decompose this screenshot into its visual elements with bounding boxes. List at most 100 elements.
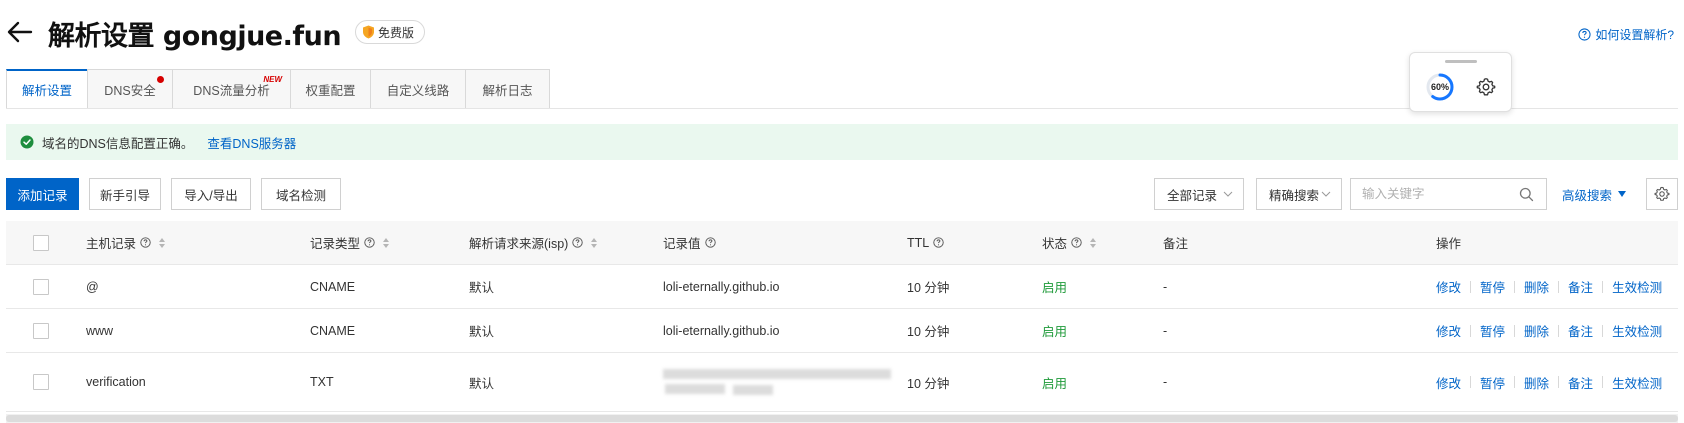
host-cell: www <box>86 323 114 338</box>
view-dns-servers-link[interactable]: 查看DNS服务器 <box>207 133 296 152</box>
tab-dns-security[interactable]: DNS安全 <box>87 69 172 109</box>
column-header-label: 备注 <box>1163 237 1189 251</box>
floating-widget[interactable]: 60% <box>1409 52 1512 112</box>
beginner-guide-button[interactable]: 新手引导 <box>89 178 161 210</box>
sort-icon[interactable] <box>1090 237 1097 248</box>
column-header-label: 状态 <box>1042 237 1068 251</box>
record-filter-value: 全部记录 <box>1167 188 1218 203</box>
ttl-cell: 10 分钟 <box>907 281 950 295</box>
effect-check-action[interactable]: 生效检测 <box>1612 277 1662 296</box>
tab-custom-line[interactable]: 自定义线路 <box>370 69 465 109</box>
scrollbar-thumb[interactable] <box>6 415 1678 422</box>
keyword-search-input[interactable] <box>1351 180 1521 208</box>
help-circle-icon[interactable] <box>1071 237 1082 248</box>
isp-cell: 默认 <box>469 281 495 295</box>
tab-dns-settings[interactable]: 解析设置 <box>6 69 87 109</box>
column-header-host: 主机记录 <box>86 221 166 264</box>
horizontal-scrollbar[interactable] <box>6 414 1678 423</box>
drag-handle[interactable] <box>1445 60 1477 63</box>
pause-action[interactable]: 暂停 <box>1480 321 1505 340</box>
effect-check-action[interactable]: 生效检测 <box>1612 373 1662 392</box>
remark-action[interactable]: 备注 <box>1568 373 1593 392</box>
alert-message: 域名的DNS信息配置正确。 <box>42 136 194 151</box>
column-header-status: 状态 <box>1042 221 1097 264</box>
column-header-actions: 操作 <box>1436 221 1461 264</box>
delete-action[interactable]: 删除 <box>1524 277 1549 296</box>
row-checkbox[interactable] <box>33 278 49 295</box>
table-row: verification TXT 默认 10 分钟 启用 - 修改 暂停 删除 … <box>6 353 1678 412</box>
column-header-label: 记录类型 <box>310 237 361 251</box>
help-circle-icon[interactable] <box>140 237 151 248</box>
advanced-search-toggle[interactable]: 高级搜索 <box>1562 178 1627 210</box>
tab-dns-log[interactable]: 解析日志 <box>465 69 550 109</box>
edition-badge: 免费版 <box>355 20 426 44</box>
tab-label: DNS安全 <box>104 83 156 98</box>
delete-action[interactable]: 删除 <box>1524 321 1549 340</box>
tab-dns-traffic-analysis[interactable]: DNS流量分析 NEW <box>172 69 290 109</box>
tab-weight-config[interactable]: 权重配置 <box>290 69 370 109</box>
column-header-label: 主机记录 <box>86 237 137 251</box>
remark-cell: - <box>1163 323 1168 338</box>
select-all-checkbox[interactable] <box>33 234 49 251</box>
search-icon[interactable] <box>1519 187 1534 202</box>
column-header-ttl: TTL <box>907 221 944 264</box>
effect-check-action[interactable]: 生效检测 <box>1612 321 1662 340</box>
back-arrow-icon[interactable] <box>6 18 34 46</box>
tab-label: 权重配置 <box>305 83 356 98</box>
keyword-search-box <box>1350 178 1547 210</box>
help-circle-icon[interactable] <box>704 237 716 248</box>
pause-action[interactable]: 暂停 <box>1480 373 1505 392</box>
help-link[interactable]: 如何设置解析? <box>1578 26 1674 43</box>
gear-icon <box>1654 186 1670 201</box>
dns-status-alert: 域名的DNS信息配置正确。 查看DNS服务器 <box>6 124 1678 160</box>
pause-action[interactable]: 暂停 <box>1480 277 1505 296</box>
add-record-button[interactable]: 添加记录 <box>6 178 79 210</box>
select-all-cell <box>33 221 49 264</box>
gear-icon[interactable] <box>1476 77 1496 97</box>
help-circle-icon[interactable] <box>933 237 944 248</box>
table-settings-button[interactable] <box>1646 178 1678 210</box>
delete-action[interactable]: 删除 <box>1524 373 1549 392</box>
new-badge: NEW <box>263 75 282 84</box>
check-circle-icon <box>20 135 34 149</box>
row-select-cell <box>33 309 49 352</box>
row-checkbox[interactable] <box>33 322 49 339</box>
sort-icon[interactable] <box>159 237 166 248</box>
tab-label: 自定义线路 <box>386 83 450 98</box>
remark-cell: - <box>1163 375 1168 389</box>
tab-label: 解析设置 <box>21 84 72 98</box>
status-cell: 启用 <box>1042 281 1068 295</box>
edit-action[interactable]: 修改 <box>1436 321 1461 340</box>
table-header-row: 主机记录 记录类型 解析请求来源(isp) 记录值 TTL 状态 备注 操作 <box>6 221 1678 265</box>
edit-action[interactable]: 修改 <box>1436 373 1461 392</box>
question-circle-icon <box>1578 28 1591 41</box>
help-circle-icon[interactable] <box>572 237 583 248</box>
caret-down-icon <box>1618 191 1627 197</box>
ttl-cell: 10 分钟 <box>907 325 950 339</box>
row-select-cell <box>33 353 49 411</box>
type-cell: CNAME <box>310 323 356 338</box>
remark-action[interactable]: 备注 <box>1568 321 1593 340</box>
remark-action[interactable]: 备注 <box>1568 277 1593 296</box>
host-cell: verification <box>86 375 146 389</box>
value-cell: loli-eternally.github.io <box>663 279 780 294</box>
search-mode-select[interactable]: 精确搜索 <box>1256 178 1342 210</box>
column-header-isp: 解析请求来源(isp) <box>469 221 598 264</box>
domain-check-button[interactable]: 域名检测 <box>261 178 341 210</box>
chevron-down-icon <box>1223 191 1233 197</box>
dns-records-table: 主机记录 记录类型 解析请求来源(isp) 记录值 TTL 状态 备注 操作 @… <box>6 221 1678 412</box>
edit-action[interactable]: 修改 <box>1436 277 1461 296</box>
type-cell: CNAME <box>310 279 356 294</box>
record-toolbar: 添加记录 新手引导 导入/导出 域名检测 全部记录 精确搜索 高级搜索 <box>6 178 1678 210</box>
sort-icon[interactable] <box>383 237 390 248</box>
record-filter-select[interactable]: 全部记录 <box>1154 178 1244 210</box>
notification-dot <box>157 76 164 83</box>
row-select-cell <box>33 265 49 308</box>
help-circle-icon[interactable] <box>364 237 375 248</box>
import-export-button[interactable]: 导入/导出 <box>171 178 251 210</box>
table-row: @ CNAME 默认 loli-eternally.github.io 10 分… <box>6 265 1678 309</box>
page-title: 解析设置 gongjue.fun <box>48 21 342 52</box>
value-cell: loli-eternally.github.io <box>663 323 780 338</box>
sort-icon[interactable] <box>591 237 598 248</box>
row-checkbox[interactable] <box>33 374 49 390</box>
